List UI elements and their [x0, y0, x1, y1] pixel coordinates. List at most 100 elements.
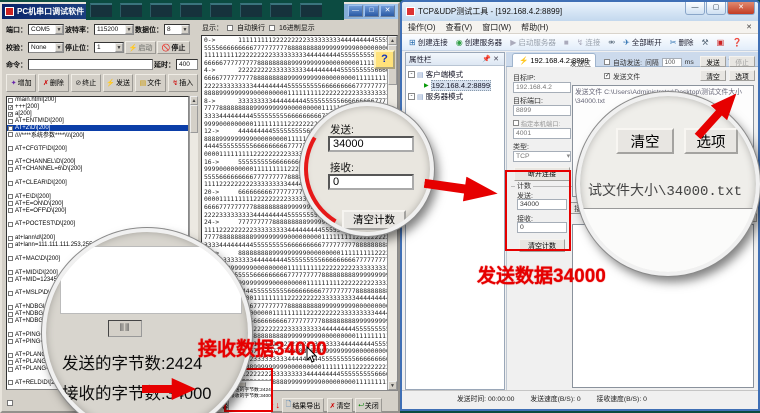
item-checkbox[interactable]: [8, 367, 13, 372]
menu-item[interactable]: 窗口(W): [482, 22, 511, 33]
command-list-item[interactable]: [7, 152, 188, 159]
chevron-down-icon[interactable]: ▼: [55, 43, 63, 52]
menu-close-icon[interactable]: ✕: [746, 23, 752, 31]
tree-node-server-mode[interactable]: - ▤ 服务器模式: [408, 91, 502, 102]
item-checkbox[interactable]: [8, 222, 13, 227]
scroll-up-icon[interactable]: ▲: [190, 96, 198, 105]
command-list-item[interactable]: ////****系统参数****\\\\[200]: [7, 131, 188, 138]
item-checkbox[interactable]: [8, 380, 13, 385]
close-button[interactable]: ⮠关闭: [355, 398, 382, 413]
stop-button[interactable]: 停止: [729, 56, 755, 67]
command-list-item[interactable]: AT+POCTEST\D\[200]: [7, 221, 188, 228]
close-icon[interactable]: ✕: [493, 56, 501, 63]
autowrap-checkbox[interactable]: [227, 25, 233, 31]
databits-combo[interactable]: 8▼: [164, 24, 190, 35]
command-list-item[interactable]: AT+CLEAR\D\[200]: [7, 180, 188, 187]
item-checkbox[interactable]: [8, 339, 13, 344]
close-button[interactable]: ✕: [727, 2, 755, 15]
item-checkbox[interactable]: [8, 119, 13, 124]
item-checkbox[interactable]: [8, 353, 13, 358]
toolbar-button-disconnect[interactable]: ⚮: [605, 37, 618, 48]
item-checkbox[interactable]: [8, 160, 13, 165]
item-checkbox[interactable]: [8, 305, 13, 310]
chevron-down-icon[interactable]: ▼: [115, 43, 123, 52]
action-button-abort[interactable]: ⊘终止: [71, 74, 101, 92]
item-checkbox[interactable]: ✓: [8, 112, 13, 117]
clear-button[interactable]: ✗清空: [327, 398, 353, 413]
menu-item[interactable]: 帮助(H): [521, 22, 548, 33]
command-list-item[interactable]: [7, 187, 188, 194]
item-checkbox[interactable]: ✓: [8, 105, 13, 110]
start-button[interactable]: ⚡启动: [125, 41, 156, 54]
command-list-item[interactable]: AT+CFGTF\D\[200]: [7, 145, 188, 152]
action-button-delete[interactable]: ✗删除: [38, 74, 68, 92]
stopbits-combo[interactable]: 1▼: [94, 42, 124, 53]
maximize-button[interactable]: ▢: [706, 2, 726, 15]
options-button[interactable]: 选项: [729, 70, 755, 81]
auto-send-checkbox[interactable]: [604, 59, 610, 65]
item-checkbox[interactable]: [8, 318, 13, 323]
toolbar-button-create-server[interactable]: ◉创建服务器: [453, 36, 505, 49]
item-checkbox[interactable]: [8, 98, 13, 103]
toolbar-button-help[interactable]: ❓: [729, 37, 745, 48]
chevron-down-icon[interactable]: ▼: [181, 25, 189, 34]
scrollbar-thumb[interactable]: [190, 105, 198, 133]
item-checkbox[interactable]: [8, 332, 13, 337]
toolbar-button-connect[interactable]: ↯连接: [574, 36, 604, 49]
toolbar-button-create-connection[interactable]: ⊞创建连接: [406, 36, 451, 49]
tree-node-connection[interactable]: ▶ 192.168.4.2:8899: [408, 80, 502, 91]
tree-node-client-mode[interactable]: - ▤ 客户端模式: [408, 69, 502, 80]
command-list-item[interactable]: ✓a[200]: [7, 111, 188, 118]
baud-combo[interactable]: 115200▼: [94, 24, 134, 35]
item-checkbox[interactable]: [8, 236, 13, 241]
result-export-button[interactable]: 🗋结果导出: [282, 398, 324, 413]
action-button-insert[interactable]: ↯插入: [168, 74, 198, 92]
port-combo[interactable]: COM5▼: [28, 24, 64, 35]
send-button[interactable]: 发送: [700, 56, 726, 67]
collapse-icon[interactable]: -: [408, 93, 415, 100]
command-list-item[interactable]: AT+E=OFF\D\[200]: [7, 207, 188, 214]
item-checkbox[interactable]: [8, 291, 13, 296]
toolbar-button-tools[interactable]: ⚒: [699, 37, 712, 48]
local-port-checkbox[interactable]: [513, 120, 519, 126]
minimize-button[interactable]: —: [685, 2, 705, 15]
chevron-down-icon[interactable]: ▼: [55, 25, 63, 34]
maximize-button[interactable]: □: [364, 5, 379, 17]
command-list-item[interactable]: [7, 173, 188, 180]
item-checkbox[interactable]: [8, 132, 13, 137]
toolbar-button-stop-server[interactable]: ■: [561, 37, 572, 48]
item-checkbox[interactable]: [8, 146, 13, 151]
item-checkbox[interactable]: [8, 201, 13, 206]
bottom-checkbox[interactable]: [7, 400, 13, 406]
action-button-send[interactable]: ⚡发送: [103, 74, 133, 92]
command-list-item[interactable]: /main.html[200]: [7, 97, 188, 104]
action-button-file[interactable]: ▤文件: [135, 74, 165, 92]
item-checkbox[interactable]: [8, 270, 13, 275]
scroll-up-icon[interactable]: ▲: [388, 36, 397, 45]
target-port-field[interactable]: 8899: [513, 105, 571, 116]
chevron-down-icon[interactable]: ▾: [567, 152, 570, 161]
command-list-item[interactable]: AT+ENTM\D\[200]: [7, 118, 188, 125]
send-file-checkbox[interactable]: ✓: [604, 73, 610, 79]
parity-combo[interactable]: None▼: [28, 42, 64, 53]
minimize-button[interactable]: —: [348, 5, 363, 17]
item-checkbox[interactable]: [8, 208, 13, 213]
scroll-down-icon[interactable]: ▼: [388, 381, 397, 390]
hex-display-checkbox[interactable]: [269, 25, 275, 31]
toolbar-button-stop[interactable]: ▣: [714, 37, 728, 48]
local-port-field[interactable]: 4001: [513, 128, 571, 139]
delay-input[interactable]: 400: [176, 59, 198, 70]
command-list-item[interactable]: [7, 214, 188, 221]
chevron-down-icon[interactable]: ▼: [125, 25, 133, 34]
item-checkbox[interactable]: [8, 194, 13, 199]
target-ip-field[interactable]: 192.168.4.2: [513, 82, 571, 93]
item-checkbox[interactable]: [8, 167, 13, 172]
type-combo[interactable]: TCP▾: [513, 151, 571, 162]
clear-button[interactable]: 清空: [700, 70, 726, 81]
command-list-item[interactable]: AT+E=ON\D\[200]: [7, 200, 188, 207]
command-list-item[interactable]: AT+CHANNEL\D\[200]: [7, 159, 188, 166]
menu-item[interactable]: 查看(V): [446, 22, 473, 33]
command-list-item[interactable]: ✓+++[200]: [7, 104, 188, 111]
item-checkbox[interactable]: [8, 243, 13, 248]
item-checkbox[interactable]: [8, 126, 13, 131]
